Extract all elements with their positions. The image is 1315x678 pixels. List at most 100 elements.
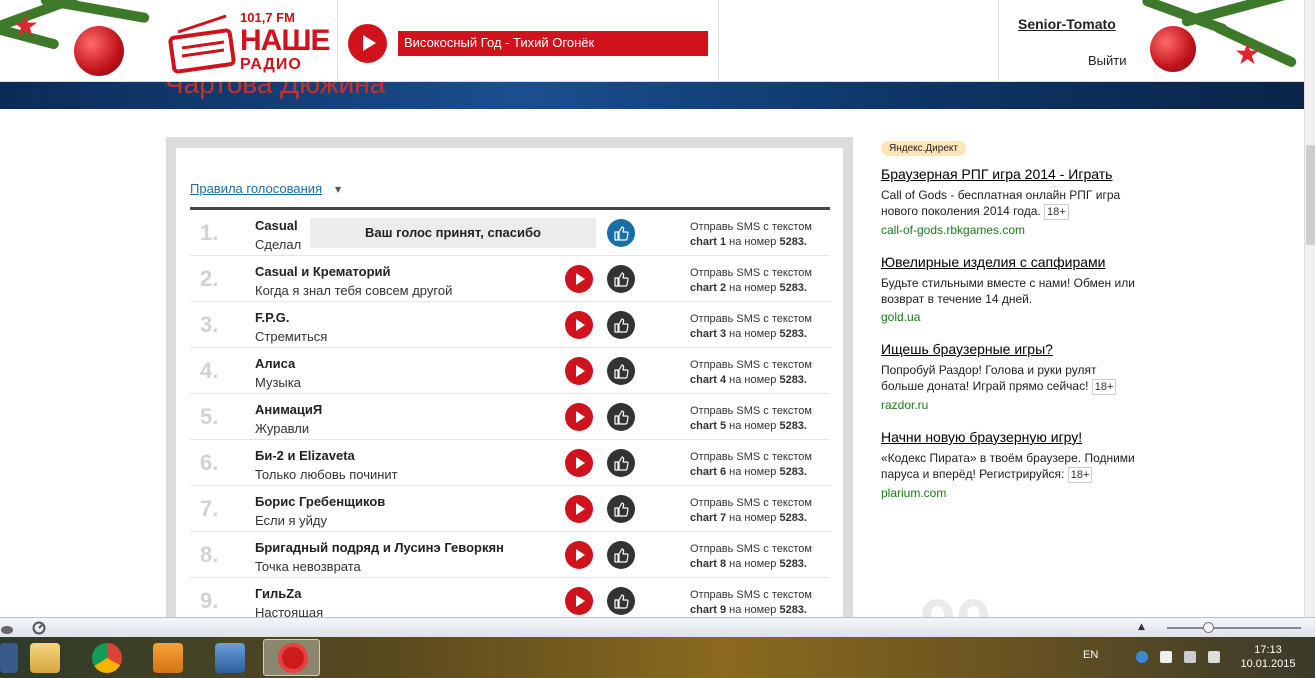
logout-link[interactable]: Выйти <box>1088 53 1127 68</box>
vote-button[interactable] <box>607 265 635 293</box>
zoom-slider-handle[interactable] <box>1203 622 1214 633</box>
rank-number: 3. <box>200 312 219 337</box>
sms-code-line: chart 7 на номер 5283. <box>690 512 807 524</box>
sms-code: chart 2 <box>690 282 727 294</box>
ad-title-link[interactable]: Начни новую браузерную игру! <box>881 429 1141 445</box>
play-button[interactable] <box>565 449 593 477</box>
vote-button[interactable] <box>607 311 635 339</box>
play-button[interactable] <box>565 311 593 339</box>
live-play-button[interactable] <box>348 24 387 63</box>
ad-url-link[interactable]: gold.ua <box>881 310 1141 324</box>
now-playing-track[interactable]: Високосный Год - Тихий Огонёк <box>398 31 708 56</box>
sms-instruction: Отправь SMS с текстом <box>690 589 812 601</box>
sms-code: chart 1 <box>690 236 727 248</box>
windows-taskbar: EN 17:13 10.01.2015 <box>0 637 1315 678</box>
vote-button[interactable] <box>607 357 635 385</box>
play-button[interactable] <box>565 403 593 431</box>
sms-to-label: на номер <box>729 328 777 340</box>
cloud-icon[interactable] <box>0 621 14 635</box>
chart-row: 5. АнимациЯ Журавли Отправь SMS с текстом ch… <box>190 394 830 440</box>
ad-text: «Кодекс Пирата» в твоём браузере. Подним… <box>881 450 1141 483</box>
ad-title-link[interactable]: Браузерная РПГ игра 2014 - Играть <box>881 166 1141 182</box>
sms-code: chart 6 <box>690 466 727 478</box>
ad-text: Будьте стильными вместе с нами! Обмен ил… <box>881 275 1141 307</box>
xmas-decoration-left: ★ <box>0 0 165 82</box>
artist-name: Борис Гребенщиков <box>255 494 386 509</box>
page-scrollbar[interactable] <box>1304 0 1315 617</box>
ad-block: Начни новую браузерную игру! «Кодекс Пира… <box>881 429 1141 500</box>
ad-network-badge[interactable]: Яндекс.Директ <box>881 141 966 156</box>
vote-button[interactable] <box>607 541 635 569</box>
zoom-slider[interactable] <box>1167 627 1301 629</box>
rank-number: 5. <box>200 404 219 429</box>
play-button[interactable] <box>565 541 593 569</box>
chart-container: Правила голосования ▼ 1. Casual Сделал Ваш … <box>166 137 853 624</box>
vote-button[interactable] <box>607 449 635 477</box>
vote-button[interactable] <box>607 587 635 615</box>
system-clock[interactable]: 17:13 10.01.2015 <box>1236 643 1300 671</box>
language-indicator[interactable]: EN <box>1083 649 1098 661</box>
voting-rules-link[interactable]: Правила голосования <box>190 181 322 196</box>
artist-name: F.P.G. <box>255 310 290 325</box>
ad-block: Ювелирные изделия с сапфирами Будьте стил… <box>881 254 1141 324</box>
play-button[interactable] <box>565 495 593 523</box>
ad-url-link[interactable]: call-of-gods.rbkgames.com <box>881 223 1141 237</box>
zoom-arrow-icon[interactable]: ▲ <box>1138 622 1145 632</box>
chart-row: 6. Би-2 и Elizaveta Только любовь починит О… <box>190 440 830 486</box>
sms-instruction: Отправь SMS с текстом <box>690 405 812 417</box>
flag-icon[interactable] <box>1160 651 1172 663</box>
speed-dial-icon[interactable] <box>32 621 46 635</box>
artist-name: Бригадный подряд и Лусинэ Геворкян <box>255 540 504 555</box>
opera-icon[interactable] <box>278 643 308 673</box>
chart-row: 3. F.P.G. Стремиться Отправь SMS с текстом c… <box>190 302 830 348</box>
song-title: Музыка <box>255 375 301 390</box>
sms-code: chart 9 <box>690 604 727 616</box>
play-button[interactable] <box>565 357 593 385</box>
ad-block: Браузерная РПГ игра 2014 - Играть Call of… <box>881 166 1141 237</box>
ad-description: Попробуй Раздор! Голова и руки рулят бол… <box>881 363 1097 393</box>
sms-instruction: Отправь SMS с текстом <box>690 359 812 371</box>
ad-block: Ищешь браузерные игры? Попробуй Раздор! Г… <box>881 341 1141 412</box>
start-button[interactable] <box>0 643 18 673</box>
sms-code: chart 7 <box>690 512 727 524</box>
sms-to-label: на номер <box>729 558 777 570</box>
sms-code-line: chart 1 на номер 5283. <box>690 236 807 248</box>
username-link[interactable]: Senior-Tomato <box>1018 16 1116 32</box>
sms-number: 5283. <box>779 420 807 432</box>
battery-icon[interactable] <box>1184 651 1196 663</box>
divider <box>718 0 719 82</box>
rank-number: 2. <box>200 266 219 291</box>
sms-instruction: Отправь SMS с текстом <box>690 313 812 325</box>
rank-number: 6. <box>200 450 219 475</box>
scrollbar-thumb[interactable] <box>1306 145 1315 245</box>
chrome-tray-icon[interactable] <box>1136 651 1148 663</box>
song-title: Точка невозврата <box>255 559 361 574</box>
sms-code: chart 4 <box>690 374 727 386</box>
play-button[interactable] <box>565 265 593 293</box>
folder-icon[interactable] <box>30 643 60 673</box>
media-player-icon[interactable] <box>153 643 183 673</box>
vote-button[interactable] <box>607 495 635 523</box>
app-icon[interactable] <box>215 643 245 673</box>
ad-title-link[interactable]: Ищешь браузерные игры? <box>881 341 1141 357</box>
sms-to-label: на номер <box>729 374 777 386</box>
play-button[interactable] <box>565 587 593 615</box>
sms-code: chart 5 <box>690 420 727 432</box>
ad-title-link[interactable]: Ювелирные изделия с сапфирами <box>881 254 1141 270</box>
rank-number: 8. <box>200 542 219 567</box>
vote-button[interactable] <box>607 403 635 431</box>
ad-url-link[interactable]: razdor.ru <box>881 398 1141 412</box>
site-header: ★ 101,7 FM НАШЕ РАДИО Високосный Год - Т… <box>0 0 1304 82</box>
sms-code: chart 3 <box>690 328 727 340</box>
artist-name: Алиса <box>255 356 296 371</box>
xmas-decoration-right: ★ <box>1140 0 1304 82</box>
song-title: Стремиться <box>255 329 328 344</box>
chrome-icon[interactable] <box>92 643 122 673</box>
volume-icon[interactable] <box>1208 651 1220 663</box>
sms-to-label: на номер <box>729 282 777 294</box>
vote-button[interactable] <box>607 219 635 247</box>
divider <box>998 0 999 82</box>
ad-url-link[interactable]: plarium.com <box>881 486 1141 500</box>
logo-title: НАШЕ <box>240 24 330 57</box>
caret-down-icon[interactable]: ▼ <box>335 185 341 194</box>
